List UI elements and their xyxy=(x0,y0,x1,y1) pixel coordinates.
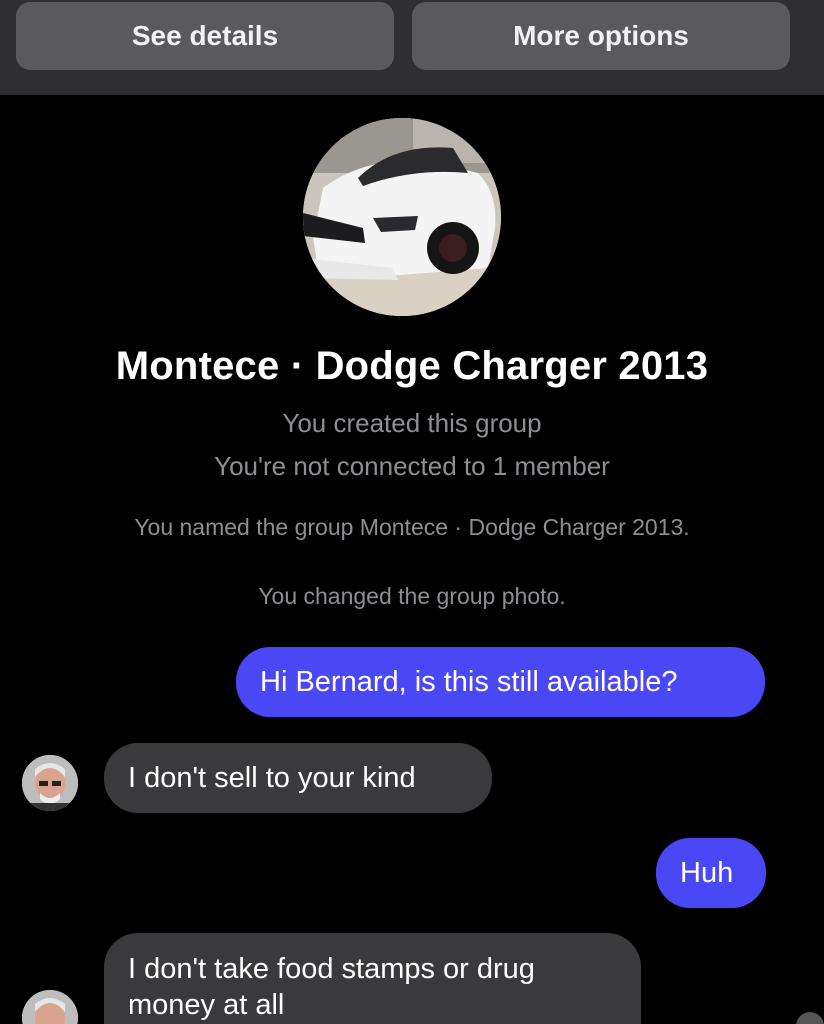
person-avatar-icon xyxy=(22,990,78,1024)
top-action-bar: See details More options xyxy=(0,0,824,95)
group-created-note: You created this group xyxy=(282,408,542,438)
group-photo[interactable] xyxy=(303,118,501,316)
more-options-button[interactable]: More options xyxy=(412,2,790,70)
person-avatar-icon xyxy=(22,755,78,811)
message-bubble-incoming[interactable]: I don't sell to your kind xyxy=(104,743,492,813)
scroll-indicator xyxy=(796,1012,824,1024)
group-title: Montece · Dodge Charger 2013 xyxy=(115,344,709,388)
group-connection-note: You're not connected to 1 member xyxy=(214,451,610,481)
sender-avatar[interactable] xyxy=(22,990,78,1024)
message-bubble-outgoing[interactable]: Huh xyxy=(656,838,766,908)
system-message-named: You named the group Montece · Dodge Char… xyxy=(134,514,690,540)
system-message-photo: You changed the group photo. xyxy=(258,583,566,609)
message-bubble-outgoing[interactable]: Hi Bernard, is this still available? xyxy=(236,647,765,717)
message-bubble-incoming[interactable]: I don't take food stamps or drug money a… xyxy=(104,933,641,1024)
see-details-button[interactable]: See details xyxy=(16,2,394,70)
car-photo-image xyxy=(303,118,501,316)
sender-avatar[interactable] xyxy=(22,755,78,811)
